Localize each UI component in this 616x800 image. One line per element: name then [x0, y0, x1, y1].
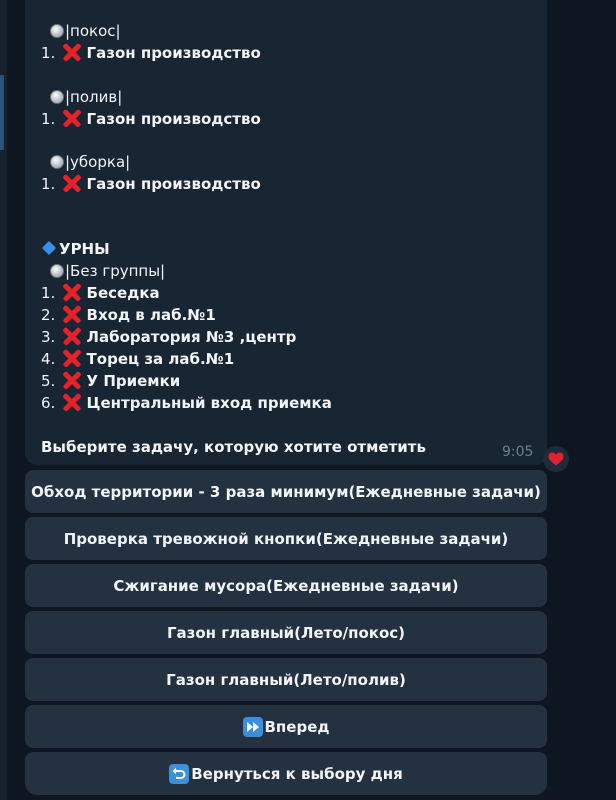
list-item: 1. Газон производство	[41, 108, 541, 130]
item-number: 3.	[41, 328, 56, 346]
item-number: 4.	[41, 350, 56, 368]
list-item: 6. Центральный вход приемка	[41, 392, 541, 414]
cross-mark-icon	[61, 174, 83, 192]
keyboard-button-forward[interactable]: Вперед	[25, 705, 547, 748]
item-number: 1.	[41, 109, 56, 128]
group-header: |полив|	[41, 86, 541, 108]
item-number: 1.	[41, 44, 56, 62]
button-label: Газон главный(Лето/покос)	[166, 623, 406, 642]
item-number: 5.	[41, 372, 56, 390]
heart-icon	[548, 452, 564, 466]
item-number: 6.	[41, 394, 56, 412]
group-header: |покос|	[41, 20, 541, 42]
radio-icon	[50, 24, 64, 38]
cross-mark-icon	[61, 109, 83, 127]
item-label: Газон производство	[86, 109, 261, 128]
keyboard-button-burning[interactable]: Сжигание мусора(Ежедневные задачи)	[25, 564, 547, 607]
item-label: Центральный вход приемка	[86, 394, 332, 412]
item-number: 2.	[41, 306, 56, 324]
section-title: УРНЫ	[41, 238, 541, 260]
scroll-indicator	[0, 75, 4, 150]
item-label: У Приемки	[86, 372, 181, 390]
keyboard-button-lawn-mowing[interactable]: Газон главный(Лето/покос)	[25, 611, 547, 654]
list-item: 1. Газон производство	[41, 42, 541, 64]
reaction-badge[interactable]	[543, 446, 569, 472]
item-number: 1.	[41, 175, 56, 193]
message-time: 9:05	[502, 444, 534, 460]
button-label: Обход территории - 3 раза минимум(Ежедне…	[31, 482, 541, 501]
button-label: Сжигание мусора(Ежедневные задачи)	[113, 576, 459, 595]
keyboard-button-lawn-watering[interactable]: Газон главный(Лето/полив)	[25, 658, 547, 701]
cross-mark-icon	[61, 305, 83, 323]
item-number: 1.	[41, 284, 56, 302]
cross-mark-icon	[61, 327, 83, 345]
item-label: Торец за лаб.№1	[86, 350, 235, 368]
button-label: Вернуться к выбору дня	[191, 764, 403, 783]
radio-icon	[50, 89, 64, 104]
item-label: Беседка	[86, 284, 160, 302]
item-label: Газон производство	[86, 44, 261, 62]
group-header: |уборка|	[41, 151, 541, 173]
section-title-text: УРНЫ	[59, 240, 110, 258]
keyboard-button-patrol[interactable]: Обход территории - 3 раза минимум(Ежедне…	[25, 470, 547, 513]
button-label: Вперед	[264, 717, 330, 736]
inline-keyboard: Обход территории - 3 раза минимум(Ежедне…	[25, 470, 547, 799]
cross-mark-icon	[61, 393, 83, 411]
group-tag: |покос|	[65, 22, 121, 40]
keyboard-button-alarm-check[interactable]: Проверка тревожной кнопки(Ежедневные зад…	[25, 517, 547, 560]
message-text: |покос| 1. Газон производство |полив| 1.…	[41, 0, 541, 458]
blue-diamond-icon	[41, 240, 57, 256]
cross-mark-icon	[61, 283, 83, 301]
cross-mark-icon	[61, 349, 83, 367]
list-item: 1. Газон производство	[41, 173, 541, 195]
group-tag: |полив|	[65, 87, 123, 106]
radio-icon	[50, 155, 64, 169]
item-label: Вход в лаб.№1	[86, 306, 216, 324]
item-label: Газон производство	[86, 175, 261, 193]
list-item: 1. Беседка	[41, 282, 541, 304]
cross-mark-icon	[61, 371, 83, 389]
fast-forward-icon	[242, 716, 263, 737]
list-item: 5. У Приемки	[41, 370, 541, 392]
group-header: |Без группы|	[41, 260, 541, 282]
group-tag: |Без группы|	[65, 262, 166, 280]
list-item: 3. Лаборатория №3 ,центр	[41, 326, 541, 348]
group-tag: |уборка|	[65, 153, 131, 171]
radio-icon	[50, 264, 64, 278]
keyboard-button-back-to-day[interactable]: Вернуться к выбору дня	[25, 752, 547, 795]
cross-mark-icon	[61, 43, 83, 61]
return-arrow-icon	[169, 763, 190, 784]
button-label: Проверка тревожной кнопки(Ежедневные зад…	[63, 529, 509, 548]
button-label: Газон главный(Лето/полив)	[166, 670, 406, 689]
list-item: 2. Вход в лаб.№1	[41, 304, 541, 326]
item-label: Лаборатория №3 ,центр	[86, 328, 297, 346]
prompt-text: Выберите задачу, которую хотите отметить	[41, 437, 426, 456]
list-item: 4. Торец за лаб.№1	[41, 348, 541, 370]
